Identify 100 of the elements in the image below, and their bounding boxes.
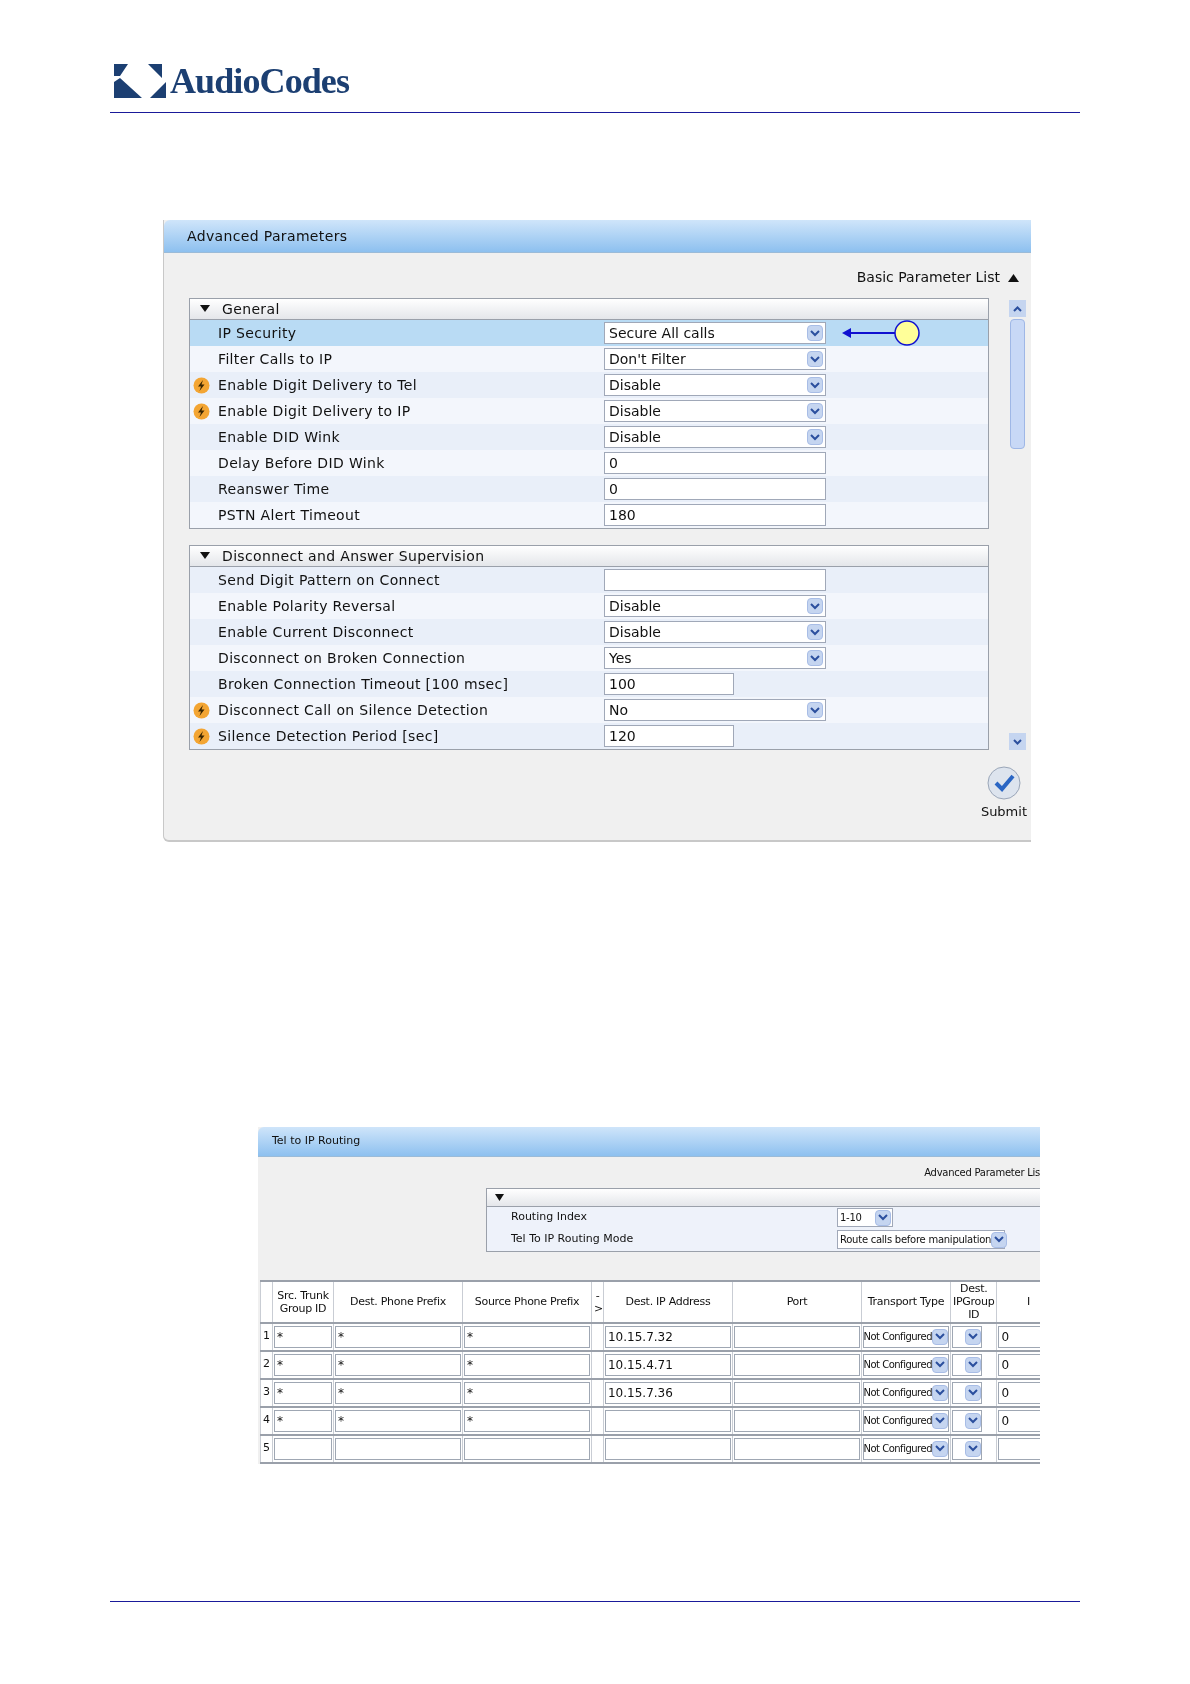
input-field[interactable] [734, 1353, 860, 1376]
dropdown-button[interactable] [807, 598, 823, 614]
input-field[interactable]: 0 [998, 1381, 1040, 1404]
input-field[interactable]: 0 [604, 478, 826, 500]
input-field[interactable]: * [464, 1325, 590, 1348]
input-field[interactable]: * [335, 1325, 461, 1348]
input-field[interactable] [734, 1381, 860, 1404]
input-field[interactable]: * [464, 1409, 590, 1432]
lightning-icon [193, 376, 210, 394]
input-field[interactable]: 0 [604, 452, 826, 474]
cell-value: 10.15.4.71 [608, 1356, 673, 1374]
dropdown-button[interactable] [991, 1231, 1008, 1248]
input-field[interactable]: 0 [998, 1409, 1040, 1432]
select-field[interactable]: Don't Filter [604, 348, 826, 370]
select-field[interactable]: No [604, 699, 826, 721]
input-value: 120 [609, 726, 636, 746]
input-field[interactable]: * [464, 1381, 590, 1404]
scroll-up-icon[interactable] [1009, 300, 1026, 317]
input-field[interactable] [274, 1437, 332, 1460]
select-value: No [609, 700, 629, 720]
dropdown-button[interactable] [807, 429, 823, 445]
input-field[interactable]: 10.15.4.71 [605, 1353, 731, 1376]
input-field[interactable]: 180 [604, 504, 826, 526]
input-field[interactable]: * [335, 1353, 461, 1376]
input-field[interactable] [998, 1437, 1040, 1460]
submit-button[interactable]: Submit [980, 766, 1027, 822]
dropdown-button[interactable] [932, 1356, 948, 1373]
dropdown-button[interactable] [807, 624, 823, 640]
triangle-down-icon [495, 1193, 504, 1201]
input-field[interactable] [734, 1437, 860, 1460]
input-field[interactable] [335, 1437, 461, 1460]
select-field[interactable]: Yes [604, 647, 826, 669]
scroll-down-icon[interactable] [1009, 733, 1026, 750]
dropdown-button[interactable] [965, 1328, 981, 1345]
select-field[interactable]: Not Configured [863, 1325, 949, 1348]
input-field[interactable]: 100 [604, 673, 734, 695]
select-field[interactable]: 1-10 [837, 1208, 893, 1227]
input-field[interactable]: 120 [604, 725, 734, 747]
input-field[interactable]: * [464, 1353, 590, 1376]
parameter-label: Tel To IP Routing Mode [510, 1231, 635, 1248]
input-field[interactable]: * [274, 1409, 332, 1432]
dropdown-button[interactable] [965, 1440, 981, 1457]
select-field[interactable]: Disable [604, 621, 826, 643]
select-field[interactable]: Not Configured [863, 1437, 949, 1460]
select-field[interactable]: Disable [604, 426, 826, 448]
section-header[interactable]: General [190, 299, 988, 320]
dropdown-button[interactable] [807, 351, 823, 367]
select-field[interactable]: Disable [604, 595, 826, 617]
input-field[interactable] [605, 1409, 731, 1432]
dropdown-button[interactable] [932, 1384, 948, 1401]
chevron-down-icon [968, 1445, 978, 1452]
select-field[interactable]: Not Configured [863, 1409, 949, 1432]
select-field[interactable]: Not Configured [863, 1353, 949, 1376]
input-field[interactable]: 0 [998, 1353, 1040, 1376]
input-field[interactable] [734, 1409, 860, 1432]
input-field[interactable]: 0 [998, 1325, 1040, 1348]
input-field[interactable]: * [335, 1381, 461, 1404]
chevron-down-icon [968, 1417, 978, 1424]
input-field[interactable] [605, 1437, 731, 1460]
dropdown-button[interactable] [807, 377, 823, 393]
dropdown-button[interactable] [932, 1328, 948, 1345]
cell-value: * [467, 1412, 473, 1430]
dropdown-button[interactable] [932, 1412, 948, 1429]
input-field[interactable]: 10.15.7.32 [605, 1325, 731, 1348]
select-field[interactable]: Disable [604, 400, 826, 422]
dropdown-button[interactable] [965, 1384, 981, 1401]
scroll-thumb[interactable] [1010, 319, 1025, 449]
chevron-down-icon [810, 628, 820, 636]
dropdown-button[interactable] [965, 1412, 981, 1429]
input-field[interactable] [464, 1437, 590, 1460]
input-field[interactable] [734, 1325, 860, 1348]
advanced-parameter-list-link[interactable]: Advanced Parameter Lis [924, 1164, 1040, 1180]
parameter-label: Filter Calls to IP [218, 349, 333, 369]
select-field[interactable] [952, 1353, 982, 1376]
parameter-label: Routing Index [510, 1209, 588, 1226]
section-header[interactable]: Disconnect and Answer Supervision [190, 546, 988, 567]
select-field[interactable] [952, 1381, 982, 1404]
select-field[interactable] [952, 1437, 982, 1460]
dropdown-button[interactable] [807, 650, 823, 666]
select-field[interactable] [952, 1325, 982, 1348]
dropdown-button[interactable] [965, 1356, 981, 1373]
dropdown-button[interactable] [875, 1209, 891, 1226]
basic-parameter-list-link[interactable]: Basic Parameter List [856, 267, 1019, 288]
input-field[interactable]: * [274, 1381, 332, 1404]
input-field[interactable]: * [335, 1409, 461, 1432]
select-field[interactable]: Route calls before manipulation [837, 1230, 1005, 1249]
input-field[interactable]: * [274, 1353, 332, 1376]
column-header: Port [785, 1295, 809, 1308]
input-field[interactable]: 10.15.7.36 [605, 1381, 731, 1404]
dropdown-button[interactable] [807, 403, 823, 419]
dropdown-button[interactable] [932, 1440, 948, 1457]
input-field[interactable] [604, 569, 826, 591]
select-field[interactable]: Not Configured [863, 1381, 949, 1404]
input-field[interactable]: * [274, 1325, 332, 1348]
select-field[interactable]: Disable [604, 374, 826, 396]
checkmark-icon [986, 766, 1021, 800]
select-field[interactable] [952, 1409, 982, 1432]
dropdown-button[interactable] [807, 702, 823, 718]
dropdown-button[interactable] [807, 325, 823, 341]
select-field[interactable]: Secure All calls [604, 322, 826, 344]
